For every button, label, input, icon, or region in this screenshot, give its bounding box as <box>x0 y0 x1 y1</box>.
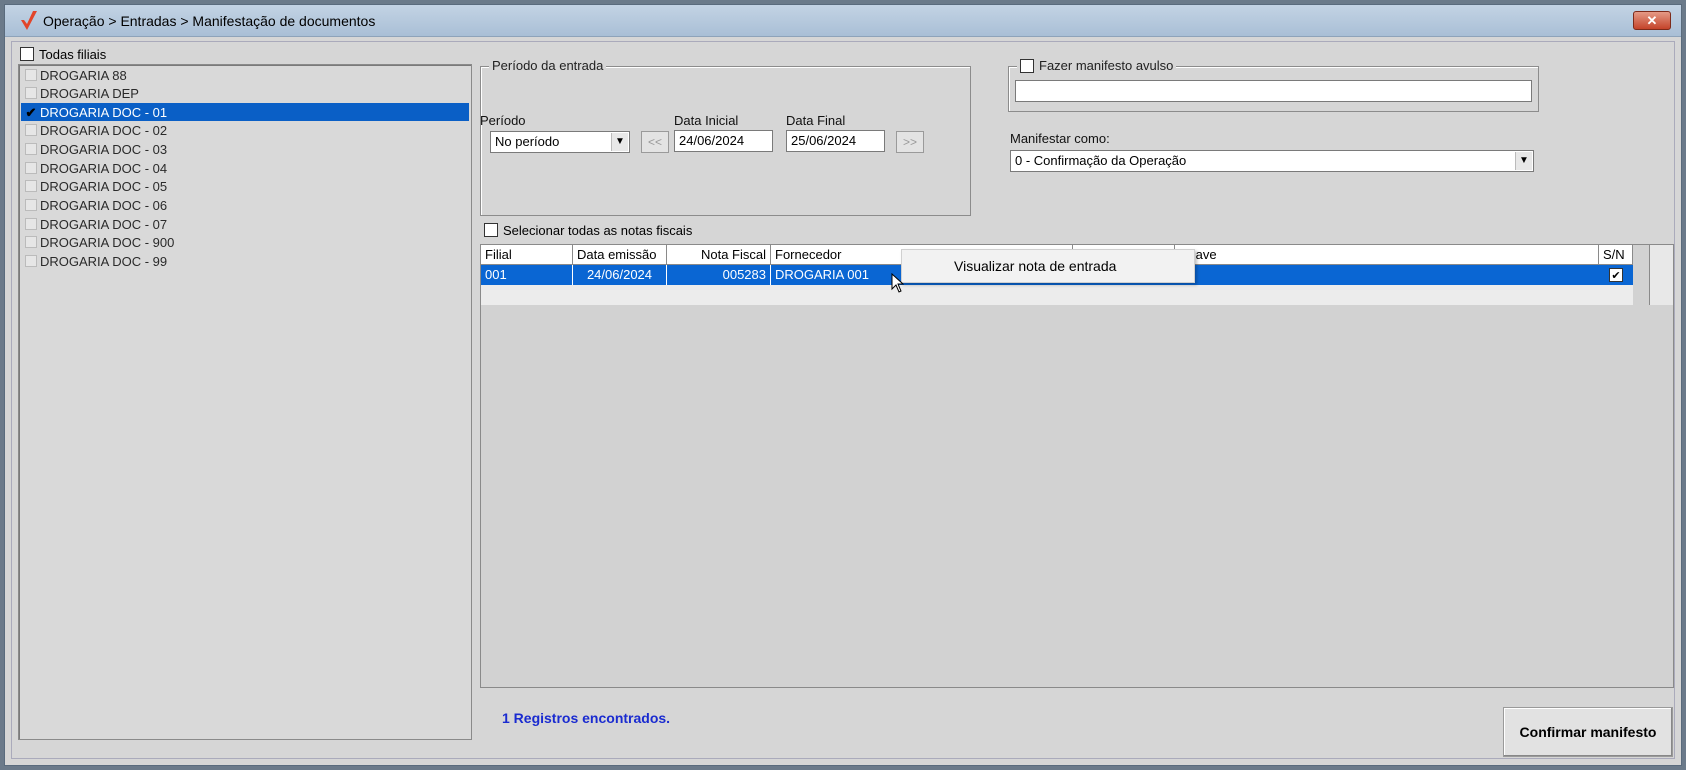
confirmar-manifesto-button[interactable]: Confirmar manifesto <box>1503 707 1673 757</box>
filial-label: DROGARIA DOC - 05 <box>40 178 168 194</box>
checkbox-icon[interactable] <box>25 236 37 248</box>
filial-list[interactable]: DROGARIA 88 DROGARIA DEP ✔ DROGARIA DOC -… <box>18 64 472 740</box>
avulso-checkbox[interactable]: Fazer manifesto avulso <box>1017 58 1177 73</box>
checkbox-icon[interactable] <box>25 199 37 211</box>
avulso-input[interactable] <box>1015 80 1532 102</box>
filial-item[interactable]: DROGARIA DOC - 07 <box>21 215 469 233</box>
periodo-label: Período <box>480 113 526 128</box>
filial-label: DROGARIA DOC - 900 <box>40 234 175 250</box>
filial-item[interactable]: DROGARIA DOC - 02 <box>21 121 469 139</box>
checkbox-icon[interactable] <box>484 223 498 237</box>
column-header-data-emissao[interactable]: Data emissão <box>573 245 667 265</box>
cell-data-emissao: 24/06/2024 <box>573 265 667 285</box>
checkbox-icon[interactable] <box>25 180 37 192</box>
periodo-group: Período da entrada Período No período ▼ … <box>480 58 971 216</box>
cell-chave <box>1175 265 1599 285</box>
avulso-group: Fazer manifesto avulso <box>1008 58 1539 112</box>
selecionar-todas-label: Selecionar todas as notas fiscais <box>503 222 693 238</box>
checkmark-icon[interactable]: ✔ <box>25 106 37 119</box>
data-inicial-label: Data Inicial <box>674 113 739 128</box>
periodo-value: No período <box>495 134 560 149</box>
filial-item[interactable]: DROGARIA DOC - 04 <box>21 159 469 177</box>
column-header-nota-fiscal[interactable]: Nota Fiscal <box>667 245 771 265</box>
content-area: Todas filiais DROGARIA 88 DROGARIA DEP ✔… <box>11 41 1675 759</box>
filial-label: DROGARIA 88 <box>40 67 127 83</box>
periodo-group-label: Período da entrada <box>489 58 607 73</box>
prev-period-button[interactable]: << <box>641 131 669 153</box>
notas-grid[interactable]: Filial Data emissão Nota Fiscal Forneced… <box>480 244 1674 688</box>
filial-item[interactable]: DROGARIA DOC - 06 <box>21 196 469 214</box>
close-button[interactable]: ✕ <box>1633 11 1671 30</box>
filial-item[interactable]: DROGARIA DOC - 05 <box>21 177 469 195</box>
column-header-chave[interactable]: Chave <box>1175 245 1599 265</box>
filial-label: DROGARIA DOC - 02 <box>40 122 168 138</box>
chevron-down-icon[interactable]: ▼ <box>611 133 628 151</box>
chevron-down-icon[interactable]: ▼ <box>1515 152 1532 170</box>
checkbox-icon[interactable] <box>25 143 37 155</box>
window-title: Operação > Entradas > Manifestação de do… <box>43 13 376 29</box>
manifestar-label: Manifestar como: <box>1010 131 1110 146</box>
filial-label: DROGARIA DOC - 07 <box>40 216 168 232</box>
context-menu: Visualizar nota de entrada <box>901 249 1195 283</box>
checkbox-icon <box>20 47 34 61</box>
checkbox-icon[interactable] <box>1020 58 1034 73</box>
checkbox-icon[interactable] <box>25 87 37 99</box>
filial-label: DROGARIA DOC - 01 <box>40 104 168 120</box>
checkbox-icon[interactable] <box>25 218 37 230</box>
cell-nota-fiscal: 005283 <box>667 265 771 285</box>
checkbox-icon[interactable] <box>25 124 37 136</box>
column-header-filial[interactable]: Filial <box>481 245 573 265</box>
filial-item[interactable]: DROGARIA DOC - 99 <box>21 252 469 270</box>
selecionar-todas-checkbox[interactable]: Selecionar todas as notas fiscais <box>484 222 692 238</box>
filial-item[interactable]: DROGARIA DEP <box>21 84 469 102</box>
data-inicial-input[interactable]: 24/06/2024 <box>674 130 773 152</box>
records-found-status: 1 Registros encontrados. <box>502 710 671 726</box>
filial-label: DROGARIA DOC - 99 <box>40 253 168 269</box>
title-bar: Operação > Entradas > Manifestação de do… <box>5 5 1681 37</box>
grid-empty-row <box>481 285 1633 305</box>
next-period-button[interactable]: >> <box>896 131 924 153</box>
filial-item[interactable]: DROGARIA 88 <box>21 66 469 84</box>
filial-item[interactable]: DROGARIA DOC - 900 <box>21 233 469 251</box>
grid-indicator-column <box>1649 245 1673 305</box>
filial-label: DROGARIA DOC - 04 <box>40 160 168 176</box>
filial-label: DROGARIA DOC - 03 <box>40 141 168 157</box>
filial-label: DROGARIA DEP <box>40 85 139 101</box>
periodo-select[interactable]: No período ▼ <box>490 131 630 153</box>
cell-filial: 001 <box>481 265 573 285</box>
todas-filiais-label: Todas filiais <box>39 46 107 62</box>
checkbox-icon[interactable] <box>25 255 37 267</box>
data-final-input[interactable]: 25/06/2024 <box>786 130 885 152</box>
filial-item[interactable]: DROGARIA DOC - 03 <box>21 140 469 158</box>
checkmark-icon[interactable]: ✔ <box>1609 268 1623 282</box>
app-logo-icon <box>21 11 37 30</box>
context-menu-item-visualizar[interactable]: Visualizar nota de entrada <box>954 258 1116 274</box>
checkbox-icon[interactable] <box>25 69 37 81</box>
column-header-sn[interactable]: S/N <box>1599 245 1633 265</box>
manifestar-select[interactable]: 0 - Confirmação da Operação ▼ <box>1010 150 1534 172</box>
checkbox-icon[interactable] <box>25 162 37 174</box>
filial-item-selected[interactable]: ✔ DROGARIA DOC - 01 <box>21 103 469 121</box>
data-final-label: Data Final <box>786 113 846 128</box>
main-window: Operação > Entradas > Manifestação de do… <box>4 4 1682 766</box>
filial-label: DROGARIA DOC - 06 <box>40 197 168 213</box>
todas-filiais-checkbox[interactable]: Todas filiais <box>20 46 106 62</box>
manifestar-value: 0 - Confirmação da Operação <box>1015 153 1187 168</box>
avulso-label: Fazer manifesto avulso <box>1039 58 1174 73</box>
cell-sn[interactable]: ✔ <box>1599 265 1633 285</box>
mouse-cursor-icon <box>891 273 905 293</box>
